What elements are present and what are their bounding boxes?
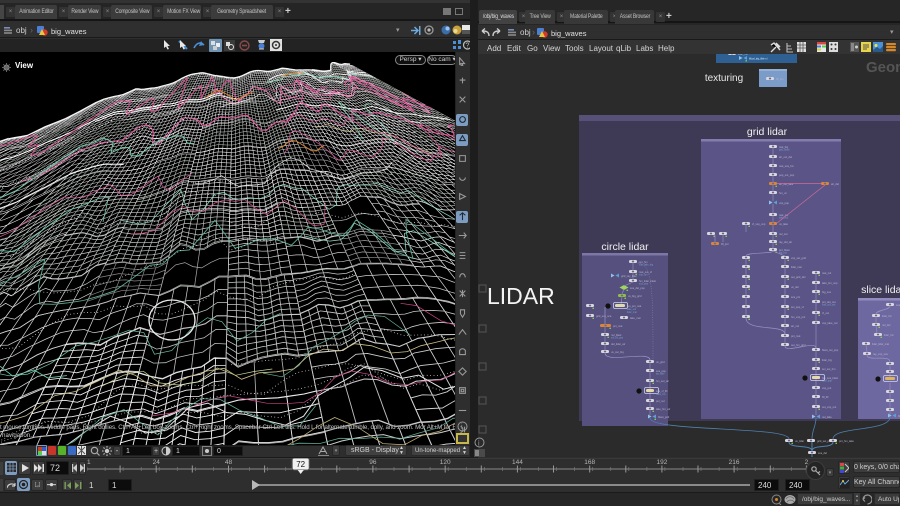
svg-text:192: 192 [656, 459, 667, 466]
svg-text:lidar_nul: lidar_nul [738, 54, 748, 56]
svg-text:uv_del: uv_del [791, 285, 799, 289]
svg-text:96: 96 [369, 459, 377, 466]
svg-text:pop_out_pop: pop_out_pop [779, 173, 795, 177]
svg-text:ray_del_atr: ray_del_atr [779, 240, 792, 244]
svg-text:blast_grid: blast_grid [658, 415, 670, 419]
svg-text:pnt_mat: pnt_mat [791, 334, 801, 338]
svg-text:lake_hm_atr: lake_hm_atr [656, 407, 670, 411]
svg-text:lidar_mat: lidar_mat [791, 265, 802, 269]
svg-text:fill_hm: fill_hm [776, 77, 784, 81]
svg-text:fill_pnt: fill_pnt [721, 242, 729, 246]
svg-text:grid_ray_lidar: grid_ray_lidar [621, 274, 637, 278]
svg-text:mat_nul: mat_nul [822, 271, 832, 275]
svg-text:grid lidar: grid lidar [747, 126, 788, 138]
svg-text:fill_fill: fill_fill [822, 395, 829, 399]
svg-text:vop_pop: vop_pop [779, 202, 790, 205]
svg-text:nul_out: nul_out [779, 232, 788, 236]
svg-text:circle lidar: circle lidar [601, 241, 649, 253]
svg-text:set_set_hm: set_set_hm [822, 367, 835, 371]
svg-text:sca_sca_mat: sca_sca_mat [896, 303, 900, 307]
svg-text:vop_hm: vop_hm [639, 274, 648, 277]
svg-text:uv_grid: uv_grid [656, 360, 665, 364]
svg-text:lidar_mat: lidar_mat [627, 311, 637, 314]
svg-text:big_sca: big_sca [822, 290, 831, 294]
svg-text:?: ? [466, 43, 470, 50]
svg-text:lidar_lidar_mat: lidar_lidar_mat [872, 342, 889, 346]
svg-text:mat_sca_hm: mat_sca_hm [779, 164, 794, 168]
svg-text:vop_pnt: vop_pnt [822, 386, 832, 390]
svg-text:168: 168 [584, 459, 595, 466]
svg-text:72: 72 [296, 460, 305, 469]
svg-text:pnt_hm_lake: pnt_hm_lake [839, 439, 854, 443]
svg-text:blast_nul_pop: blast_nul_pop [822, 348, 839, 352]
svg-text:LIDAR: LIDAR [487, 283, 555, 309]
svg-text:texturing: texturing [705, 73, 743, 84]
svg-text:uv_lidar: uv_lidar [795, 439, 804, 443]
svg-text:hm_set_atr: hm_set_atr [656, 379, 669, 383]
svg-text:i: i [478, 441, 480, 448]
svg-text:sca_del_pop: sca_del_pop [630, 286, 645, 290]
svg-text:uv_lake: uv_lake [779, 222, 788, 226]
svg-text:grid_blast: grid_blast [779, 149, 790, 152]
svg-text:lidar_hm: lidar_hm [882, 314, 892, 318]
svg-text:nul_del: nul_del [882, 323, 891, 327]
svg-text:24: 24 [153, 459, 161, 466]
svg-text:out_grid_del: out_grid_del [791, 275, 806, 279]
svg-text:mat_out_pnt: mat_out_pnt [822, 304, 836, 307]
svg-text:pnt_mat: pnt_mat [613, 324, 623, 328]
svg-text:216: 216 [729, 459, 740, 466]
svg-text:lidar_big: lidar_big [822, 358, 832, 362]
svg-text:hm_vop_pnt: hm_vop_pnt [791, 315, 806, 319]
svg-text:atr_del: atr_del [831, 182, 839, 186]
svg-text:xf_out: xf_out [822, 311, 829, 315]
svg-text:sca_pnt: sca_pnt [791, 295, 800, 299]
svg-text:144: 144 [512, 459, 523, 466]
svg-text:uv_big_grid: uv_big_grid [628, 294, 642, 298]
svg-text:1: 1 [87, 459, 91, 466]
svg-text:ray_vop_sca: ray_vop_sca [873, 352, 888, 356]
svg-text:48: 48 [225, 459, 233, 466]
svg-text:120: 120 [440, 459, 451, 466]
svg-text:atr_lake: atr_lake [656, 373, 665, 376]
svg-text:vop_lake_nul: vop_lake_nul [822, 321, 838, 325]
svg-text:W_of_big_filtered: W_of_big_filtered [749, 58, 768, 61]
svg-text:slice lidar: slice lidar [861, 284, 900, 296]
svg-text:lake_hm_vop: lake_hm_vop [822, 281, 838, 285]
svg-text:atr_out_del: atr_out_del [779, 155, 792, 159]
svg-text:blast_hm: blast_hm [656, 393, 666, 396]
svg-text:vop_lake_big: vop_lake_big [639, 264, 654, 267]
svg-text:xf_vop_vop: xf_vop_vop [752, 222, 766, 226]
svg-text:sca_del: sca_del [818, 451, 827, 455]
svg-text:grid_sca_sca: grid_sca_sca [596, 314, 612, 318]
svg-text:sca_pop: sca_pop [639, 283, 649, 286]
svg-text:set_pop_xf: set_pop_xf [791, 305, 804, 309]
svg-text:vop_set_grid: vop_set_grid [791, 256, 806, 260]
svg-text:lidar_hm: lidar_hm [884, 333, 894, 337]
svg-text:uv_out_big: uv_out_big [611, 350, 624, 354]
svg-text:del_lidar_atr: del_lidar_atr [611, 342, 625, 346]
svg-text:atr_nul: atr_nul [791, 324, 799, 328]
svg-text:nul_lake: nul_lake [822, 415, 832, 419]
svg-text:i: i [461, 424, 463, 431]
svg-text:out_vop_out: out_vop_out [822, 405, 837, 409]
svg-text:lake_mat: lake_mat [630, 316, 641, 320]
svg-text:pnt_nul: pnt_nul [656, 399, 665, 403]
svg-text:Geometry: Geometry [866, 59, 900, 76]
svg-text:hm_uv: hm_uv [779, 191, 787, 195]
svg-text:set_fill_pop: set_fill_pop [611, 337, 624, 340]
